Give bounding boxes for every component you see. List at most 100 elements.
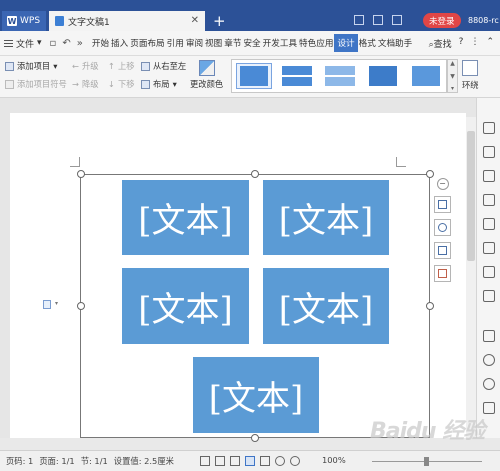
style-option-5[interactable] <box>408 63 444 89</box>
sync-icon[interactable] <box>373 15 383 25</box>
save-icon[interactable]: ▫ <box>50 38 57 49</box>
resize-handle[interactable] <box>251 434 259 442</box>
search-button[interactable]: ⌕查找 <box>429 37 452 50</box>
add-item-label: 添加项目 <box>17 61 51 71</box>
tab-security[interactable]: 安全 <box>242 34 261 52</box>
watermark: Baidu 经验 <box>370 419 485 444</box>
tab-review[interactable]: 审阅 <box>185 34 204 52</box>
help-icon[interactable]: ? <box>459 37 464 50</box>
window-layout-icon[interactable] <box>354 15 364 25</box>
tab-home[interactable]: 开始 <box>91 34 110 52</box>
gallery-scroll[interactable]: ▲ ▼ ▾ <box>447 59 458 93</box>
expand-gallery-icon[interactable]: ▾ <box>451 85 454 92</box>
hamburger-icon <box>4 39 13 47</box>
add-bullet-label: 添加项目符号 <box>17 79 67 89</box>
more-options-icon[interactable]: ⋮ <box>470 37 479 50</box>
tab-insert[interactable]: 插入 <box>110 34 129 52</box>
reading-view-icon[interactable] <box>215 456 225 466</box>
tab-references[interactable]: 引用 <box>166 34 185 52</box>
style-option-1[interactable] <box>236 63 272 89</box>
layout-options-button[interactable] <box>434 265 451 282</box>
new-tab-icon[interactable]: + <box>213 12 226 30</box>
tab-doc-assistant[interactable]: 文档助手 <box>377 34 413 52</box>
tab-features[interactable]: 特色应用 <box>298 34 334 52</box>
change-color-label: 更改颜色 <box>190 79 224 89</box>
style-option-2[interactable] <box>279 63 315 89</box>
more-icon[interactable]: » <box>77 38 83 49</box>
page-view-icon[interactable] <box>245 456 255 466</box>
smartart-node[interactable]: [文本] <box>193 357 319 433</box>
smartart-node[interactable]: [文本] <box>122 268 249 344</box>
smartart-node[interactable]: [文本] <box>263 180 389 255</box>
file-menu[interactable]: 文件 ▾ <box>0 37 42 50</box>
collapse-ribbon-icon[interactable]: ⌃ <box>486 37 494 50</box>
resize-handle[interactable] <box>426 302 434 310</box>
wrap-button[interactable]: 环绕 <box>462 60 479 91</box>
tab-chapter[interactable]: 章节 <box>223 34 242 52</box>
tab-design[interactable]: 设计 <box>334 34 358 52</box>
tab-view[interactable]: 视图 <box>204 34 223 52</box>
help-circle-icon[interactable] <box>483 354 495 366</box>
promote-button[interactable]: ← 升级 <box>72 60 99 72</box>
zoom-slider-knob[interactable] <box>424 457 429 466</box>
layout-button[interactable]: 布局 ▾ <box>141 78 186 90</box>
add-item-button[interactable]: 添加项目 ▾ <box>5 60 67 72</box>
add-bullet-button[interactable]: 添加项目符号 <box>5 78 67 90</box>
zoom-level[interactable]: 100% <box>322 455 346 465</box>
layers-icon[interactable] <box>483 266 495 278</box>
tab-format[interactable]: 格式 <box>358 34 377 52</box>
smartart-node[interactable]: [文本] <box>122 180 249 255</box>
pointer-icon[interactable] <box>483 146 495 158</box>
format-icon[interactable] <box>483 194 495 206</box>
fullscreen-icon[interactable] <box>200 456 210 466</box>
resize-handle[interactable] <box>426 170 434 178</box>
vertical-scrollbar[interactable] <box>466 117 476 438</box>
change-color-button[interactable]: 更改颜色 <box>190 60 223 90</box>
copy-icon[interactable] <box>483 242 495 254</box>
move-down-button[interactable]: ↓ 下移 <box>108 78 135 90</box>
chevron-down-icon[interactable]: ▼ <box>450 73 455 80</box>
login-button[interactable]: 未登录 <box>423 13 461 28</box>
outline-view-icon[interactable] <box>260 456 270 466</box>
web-view-icon[interactable] <box>275 456 285 466</box>
settings-icon[interactable] <box>483 378 495 390</box>
ribbon-group-move: ↑ 上移 ↓ 下移 <box>108 60 135 90</box>
shapes-icon[interactable] <box>483 170 495 182</box>
collapse-icon[interactable]: − <box>436 178 449 190</box>
smartart-node[interactable]: [文本] <box>263 268 389 344</box>
smartart-styles-gallery <box>231 59 447 93</box>
scrollbar-thumb[interactable] <box>467 131 475 261</box>
edit-view-icon[interactable] <box>230 456 240 466</box>
add-bullet-icon <box>5 79 14 89</box>
anchor-icon[interactable] <box>43 300 51 309</box>
chevron-down-icon[interactable]: ▾ <box>55 300 58 307</box>
demote-label: 降级 <box>81 79 99 89</box>
close-tab-icon[interactable]: ✕ <box>191 15 199 26</box>
tab-page-layout[interactable]: 页面布局 <box>129 34 165 52</box>
chevron-down-icon: ▾ <box>37 38 42 48</box>
demote-button[interactable]: → 降级 <box>72 78 99 90</box>
recolor-icon[interactable] <box>483 290 495 302</box>
chevron-up-icon[interactable]: ▲ <box>450 60 455 67</box>
adjust-icon[interactable] <box>483 218 495 230</box>
menu-tabs: 开始 插入 页面布局 引用 审阅 视图 章节 安全 开发工具 特色应用 设计 格… <box>91 34 413 52</box>
style-option-4[interactable] <box>365 63 401 89</box>
wps-app-tab[interactable]: W WPS <box>2 11 46 31</box>
eye-protect-icon[interactable] <box>290 456 300 466</box>
shape-style-button[interactable] <box>434 219 451 236</box>
add-shape-button[interactable] <box>434 196 451 213</box>
edit-icon[interactable] <box>483 122 495 134</box>
move-up-button[interactable]: ↑ 上移 <box>108 60 135 72</box>
tab-developer[interactable]: 开发工具 <box>262 34 298 52</box>
skin-icon[interactable] <box>392 15 402 25</box>
right-to-left-button[interactable]: 从右至左 <box>141 60 186 72</box>
shape-outline-button[interactable] <box>434 242 451 259</box>
style-option-3[interactable] <box>322 63 358 89</box>
more-icon[interactable] <box>483 402 495 414</box>
resize-handle[interactable] <box>77 302 85 310</box>
document-tab[interactable]: 文字文稿1 ✕ <box>49 11 205 31</box>
undo-icon[interactable]: ↶ <box>62 38 70 49</box>
resize-handle[interactable] <box>251 170 259 178</box>
resize-handle[interactable] <box>77 170 85 178</box>
image-icon[interactable] <box>483 330 495 342</box>
